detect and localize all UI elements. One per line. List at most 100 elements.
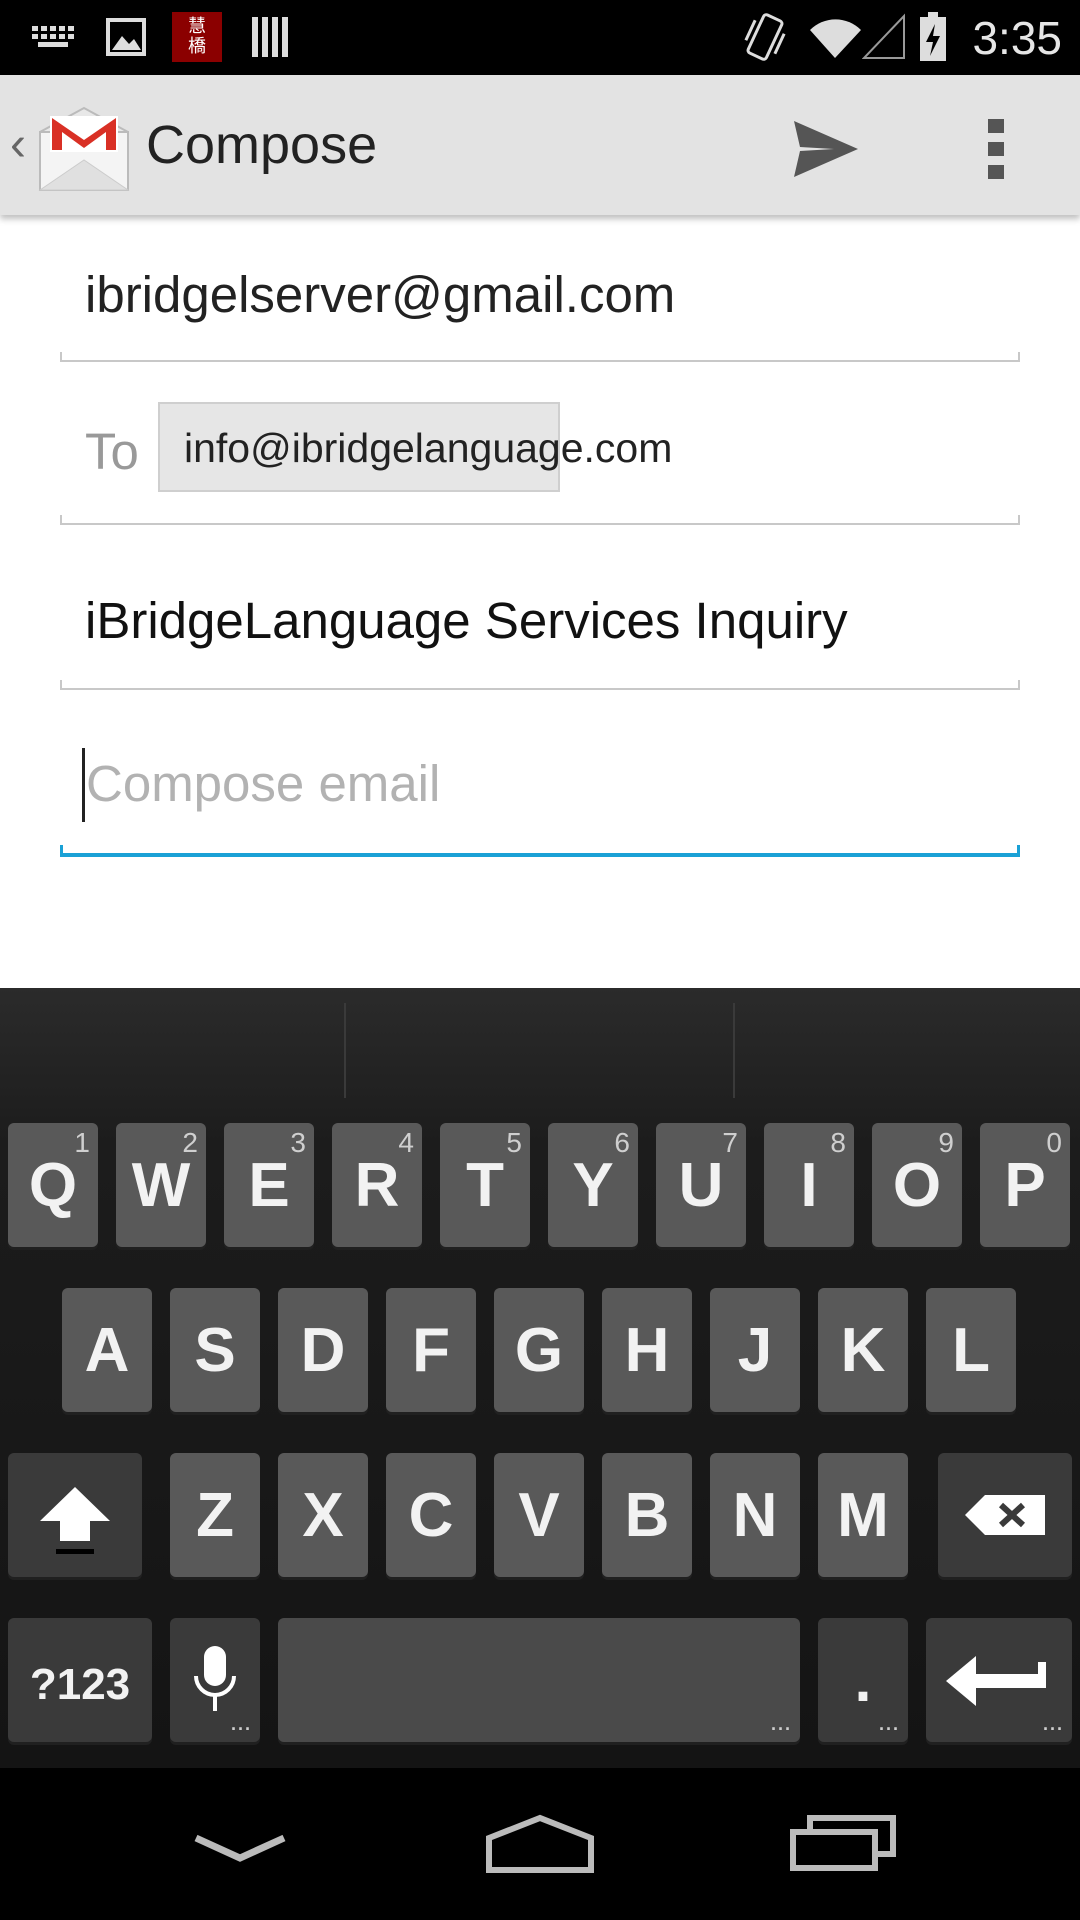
key-w[interactable]: W2 [116,1123,206,1247]
up-navigation-icon[interactable]: ‹ [10,117,26,172]
key-d[interactable]: D [278,1288,368,1412]
backspace-icon [965,1495,1045,1535]
key-hint: 0 [1046,1127,1062,1158]
key-s[interactable]: S [170,1288,260,1412]
body-placeholder: Compose email [86,755,441,812]
to-field[interactable]: To info@ibridgelanguage.com [60,360,1020,525]
key-hint: 5 [506,1127,522,1158]
recent-apps-icon[interactable] [790,1808,896,1888]
key-label: P [1004,1151,1046,1220]
key-label: N [732,1481,778,1550]
key-label: T [466,1151,504,1220]
key-label: S [194,1316,236,1385]
compose-form: ibridgelserver@gmail.com To info@ibridge… [0,215,1080,988]
key-hint: 8 [830,1127,846,1158]
key-t[interactable]: T5 [440,1123,530,1247]
from-address: ibridgelserver@gmail.com [85,266,676,323]
key-j[interactable]: J [710,1288,800,1412]
ibridge-app-glyph: 慧橋 [188,16,206,57]
key-label: Q [28,1151,78,1220]
key-label: G [514,1316,564,1385]
key-hint: 7 [722,1127,738,1158]
key-label: H [624,1316,670,1385]
image-icon [106,18,146,56]
key-e[interactable]: E3 [224,1123,314,1247]
suggestion-divider [733,1003,735,1098]
key-label: O [892,1151,942,1220]
key-m[interactable]: M [818,1453,908,1577]
signal-icon [862,13,905,59]
subject-text: iBridgeLanguage Services Inquiry [85,592,848,649]
key-b[interactable]: B [602,1453,692,1577]
key-label: J [737,1316,773,1385]
space-key[interactable]: ··· [278,1618,800,1742]
body-field[interactable]: Compose email [60,688,1020,857]
key-c[interactable]: C [386,1453,476,1577]
screen: 慧橋 3:35 ‹ Compose ibridgelserver@gmail.c… [0,0,1080,1920]
key-label: I [800,1151,818,1220]
key-hint: 9 [938,1127,954,1158]
key-hint: 1 [74,1127,90,1158]
send-icon[interactable] [790,113,862,185]
to-label: To [85,423,139,480]
period-key[interactable]: . ··· [818,1618,908,1742]
key-g[interactable]: G [494,1288,584,1412]
status-bar: 慧橋 3:35 [0,0,1080,75]
key-h[interactable]: H [602,1288,692,1412]
key-label: W [131,1151,191,1220]
gmail-icon[interactable] [38,102,130,194]
from-field[interactable]: ibridgelserver@gmail.com [60,215,1020,362]
key-o[interactable]: O9 [872,1123,962,1247]
more-hint: ··· [879,1719,900,1739]
key-z[interactable]: Z [170,1453,260,1577]
microphone-key[interactable]: ··· [170,1618,260,1742]
subject-field[interactable]: iBridgeLanguage Services Inquiry [60,523,1020,690]
suggestion-strip[interactable] [0,988,1080,1108]
key-f[interactable]: F [386,1288,476,1412]
key-k[interactable]: K [818,1288,908,1412]
key-label: K [840,1316,886,1385]
shift-key[interactable] [8,1453,142,1577]
key-label: M [837,1481,889,1550]
backspace-key[interactable] [938,1453,1072,1577]
battery-charging-icon [920,12,946,61]
key-label: L [952,1316,990,1385]
key-p[interactable]: P0 [980,1123,1070,1247]
overflow-menu-icon[interactable] [975,113,1017,185]
vibrate-icon [744,13,786,61]
shift-icon [40,1487,110,1554]
more-hint: ··· [1043,1719,1064,1739]
soft-keyboard: Q1 W2 E3 R4 T5 Y6 U7 I8 O9 P0 A S D F G … [0,988,1080,1768]
wifi-icon [810,19,861,58]
key-label: F [412,1316,450,1385]
key-y[interactable]: Y6 [548,1123,638,1247]
key-label: Y [572,1151,614,1220]
recipient-chip-text: info@ibridgelanguage.com [184,425,673,471]
key-label: U [678,1151,724,1220]
key-label: D [300,1316,346,1385]
key-x[interactable]: X [278,1453,368,1577]
key-l[interactable]: L [926,1288,1016,1412]
key-r[interactable]: R4 [332,1123,422,1247]
key-label: X [302,1481,344,1550]
back-icon[interactable] [192,1808,288,1888]
key-q[interactable]: Q1 [8,1123,98,1247]
key-i[interactable]: I8 [764,1123,854,1247]
recipient-chip[interactable]: info@ibridgelanguage.com [158,402,672,492]
enter-key[interactable]: ··· [926,1618,1072,1742]
key-label: E [248,1151,290,1220]
navigation-bar [0,1768,1080,1920]
key-n[interactable]: N [710,1453,800,1577]
key-label: C [408,1481,454,1550]
symbols-key[interactable]: ?123 [8,1618,152,1742]
key-a[interactable]: A [62,1288,152,1412]
text-cursor [82,748,85,822]
key-hint: 3 [290,1127,306,1158]
key-u[interactable]: U7 [656,1123,746,1247]
key-label: V [518,1481,560,1550]
key-v[interactable]: V [494,1453,584,1577]
key-label: Z [196,1481,234,1550]
key-label: ?123 [29,1660,131,1709]
suggestion-divider [344,1003,346,1098]
home-icon[interactable] [484,1808,596,1888]
